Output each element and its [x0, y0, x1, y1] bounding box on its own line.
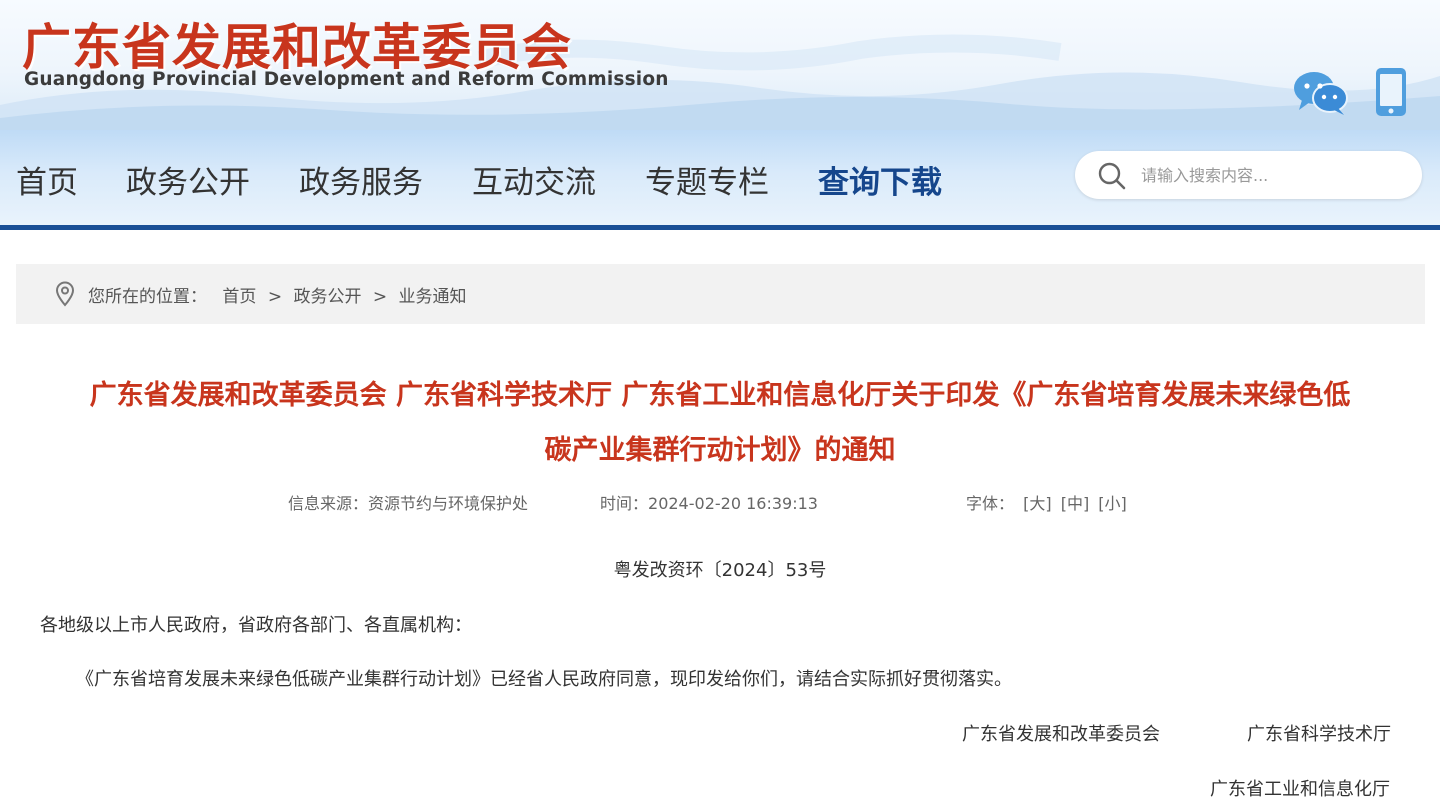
- site-logo-english: Guangdong Provincial Development and Ref…: [24, 69, 669, 90]
- breadcrumb-link-home[interactable]: 首页: [222, 282, 256, 307]
- font-size-switcher: 字体： [大] [中] [小]: [966, 490, 1127, 514]
- font-size-medium-button[interactable]: [中]: [1061, 494, 1090, 513]
- nav-item-interaction[interactable]: 互动交流: [472, 157, 596, 202]
- breadcrumb: 您所在的位置： 首页 > 政务公开 > 业务通知: [16, 264, 1425, 324]
- breadcrumb-link-business-notice[interactable]: 业务通知: [399, 282, 467, 307]
- location-pin-icon: [55, 281, 75, 307]
- search-box[interactable]: [1075, 151, 1422, 199]
- article-body: 《广东省培育发展未来绿色低碳产业集群行动计划》已经省人民政府同意，现印发给你们，…: [76, 669, 1012, 690]
- article-source: 信息来源：资源节约与环境保护处: [288, 490, 528, 514]
- article-title: 广东省发展和改革委员会 广东省科学技术厅 广东省工业和信息化厅关于印发《广东省培…: [40, 368, 1400, 478]
- article-title-line-2: 碳产业集群行动计划》的通知: [544, 435, 896, 466]
- article-title-line-1: 广东省发展和改革委员会 广东省科学技术厅 广东省工业和信息化厅关于印发《广东省培…: [89, 380, 1351, 411]
- font-size-label: 字体：: [966, 494, 1015, 513]
- signature-science-dept: 广东省科学技术厅: [1247, 724, 1391, 745]
- time-label: 时间：: [600, 494, 649, 513]
- source-label: 信息来源：: [288, 494, 369, 513]
- article-recipient: 各地级以上市人民政府，省政府各部门、各直属机构：: [40, 615, 472, 636]
- main-navbar: 首页 政务公开 政务服务 互动交流 专题专栏 查询下载: [0, 130, 1440, 225]
- mobile-icon[interactable]: [1374, 66, 1408, 118]
- nav-item-home[interactable]: 首页: [16, 157, 78, 202]
- nav-item-government-services[interactable]: 政务服务: [299, 157, 423, 202]
- breadcrumb-separator: >: [372, 287, 388, 307]
- search-input[interactable]: [1141, 159, 1401, 191]
- document-number: 粤发改资环〔2024〕53号: [613, 560, 827, 581]
- header-banner: 广东省发展和改革委员会 Guangdong Provincial Develop…: [0, 0, 1440, 130]
- breadcrumb-link-government-affairs[interactable]: 政务公开: [293, 282, 361, 307]
- source-value: 资源节约与环境保护处: [368, 494, 529, 513]
- search-icon[interactable]: [1097, 161, 1127, 191]
- article-time: 时间：2024-02-20 16:39:13: [600, 490, 818, 514]
- signature-industry-dept: 广东省工业和信息化厅: [1210, 779, 1390, 800]
- signature-drc: 广东省发展和改革委员会: [962, 724, 1160, 745]
- nav-item-query-download[interactable]: 查询下载: [818, 157, 942, 202]
- font-size-large-button[interactable]: [大]: [1023, 494, 1052, 513]
- nav-item-government-affairs[interactable]: 政务公开: [126, 157, 250, 202]
- font-size-small-button[interactable]: [小]: [1098, 494, 1127, 513]
- wechat-icon[interactable]: [1292, 70, 1350, 116]
- navbar-divider: [0, 225, 1440, 230]
- breadcrumb-prefix: 您所在的位置：: [88, 287, 207, 307]
- breadcrumb-separator: >: [267, 287, 283, 307]
- time-value: 2024-02-20 16:39:13: [648, 494, 818, 513]
- nav-item-special-topics[interactable]: 专题专栏: [645, 157, 769, 202]
- breadcrumb-trail: 您所在的位置： 首页 > 政务公开 > 业务通知: [88, 282, 467, 307]
